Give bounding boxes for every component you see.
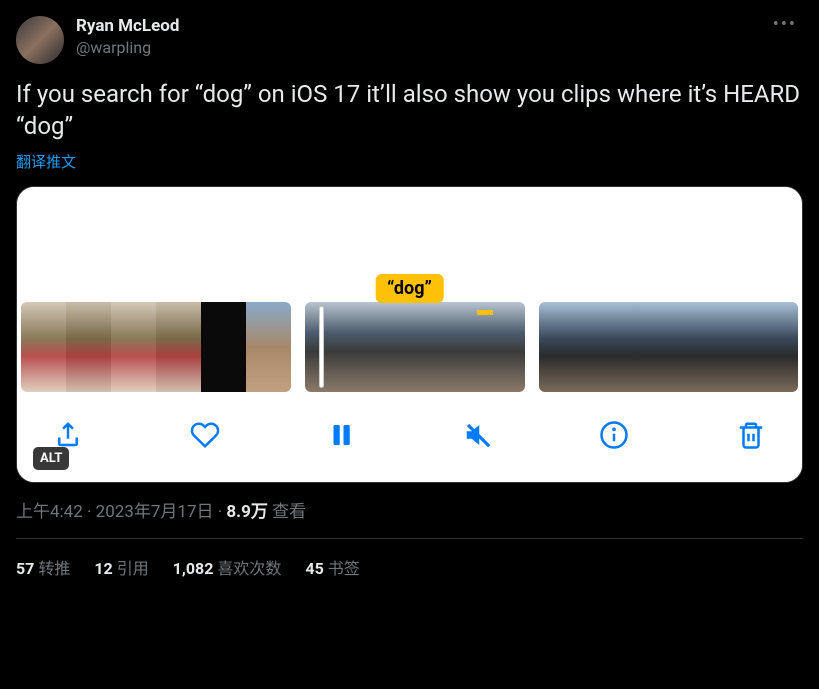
share-icon [53, 420, 83, 450]
bookmarks-stat[interactable]: 45书签 [305, 555, 359, 579]
pause-icon [326, 420, 356, 450]
video-frame [156, 302, 201, 392]
video-frame [539, 302, 582, 392]
quotes-stat[interactable]: 12引用 [94, 555, 148, 579]
alt-badge[interactable]: ALT [33, 447, 69, 470]
tweet-container: Ryan McLeod @warpling ••• If you search … [0, 0, 819, 579]
tweet-stats: 57转推 12引用 1,082喜欢次数 45书签 [16, 555, 803, 579]
media-toolbar [17, 392, 802, 482]
info-icon [599, 420, 629, 450]
translate-link[interactable]: 翻译推文 [16, 151, 76, 172]
clip-group-3 [539, 302, 798, 392]
tweet-header: Ryan McLeod @warpling ••• [16, 16, 803, 64]
video-frame [378, 302, 451, 392]
video-frame [625, 302, 668, 392]
tweet-meta: 上午4:42 · 2023年7月17日 · 8.9万 查看 [16, 497, 803, 522]
video-frame [582, 302, 625, 392]
mute-button[interactable] [461, 418, 495, 452]
views-count: 8.9万 [226, 502, 267, 522]
pause-button[interactable] [324, 418, 358, 452]
video-frame [66, 302, 111, 392]
media-attachment[interactable]: “dog” [16, 186, 803, 483]
user-info: Ryan McLeod @warpling [76, 16, 755, 57]
video-frame [111, 302, 156, 392]
heart-icon [190, 420, 220, 450]
avatar[interactable] [16, 16, 64, 64]
divider [16, 538, 803, 539]
clip-group-1 [21, 302, 291, 392]
clip-group-2 [305, 302, 525, 392]
video-frame [755, 302, 798, 392]
search-result-badge: “dog” [375, 274, 444, 303]
trash-icon [736, 420, 766, 450]
display-name[interactable]: Ryan McLeod [76, 16, 755, 36]
video-frame [246, 302, 291, 392]
info-button[interactable] [597, 418, 631, 452]
video-frame [305, 302, 378, 392]
video-frame [201, 302, 246, 392]
video-frame [669, 302, 712, 392]
video-frame [452, 302, 525, 392]
video-frame [712, 302, 755, 392]
views-label: 查看 [268, 502, 306, 522]
retweets-stat[interactable]: 57转推 [16, 555, 70, 579]
more-button[interactable]: ••• [767, 16, 803, 33]
delete-button[interactable] [734, 418, 768, 452]
video-timeline [17, 302, 802, 392]
tweet-date[interactable]: 2023年7月17日 [96, 502, 214, 522]
speaker-muted-icon [463, 420, 493, 450]
likes-stat[interactable]: 1,082喜欢次数 [173, 555, 282, 579]
playhead-indicator [319, 306, 324, 388]
username[interactable]: @warpling [76, 38, 755, 57]
video-frame [21, 302, 66, 392]
tweet-time[interactable]: 上午4:42 [16, 502, 83, 522]
timeline-marker [477, 310, 493, 315]
like-button[interactable] [188, 418, 222, 452]
tweet-text: If you search for “dog” on iOS 17 it’ll … [16, 78, 803, 143]
